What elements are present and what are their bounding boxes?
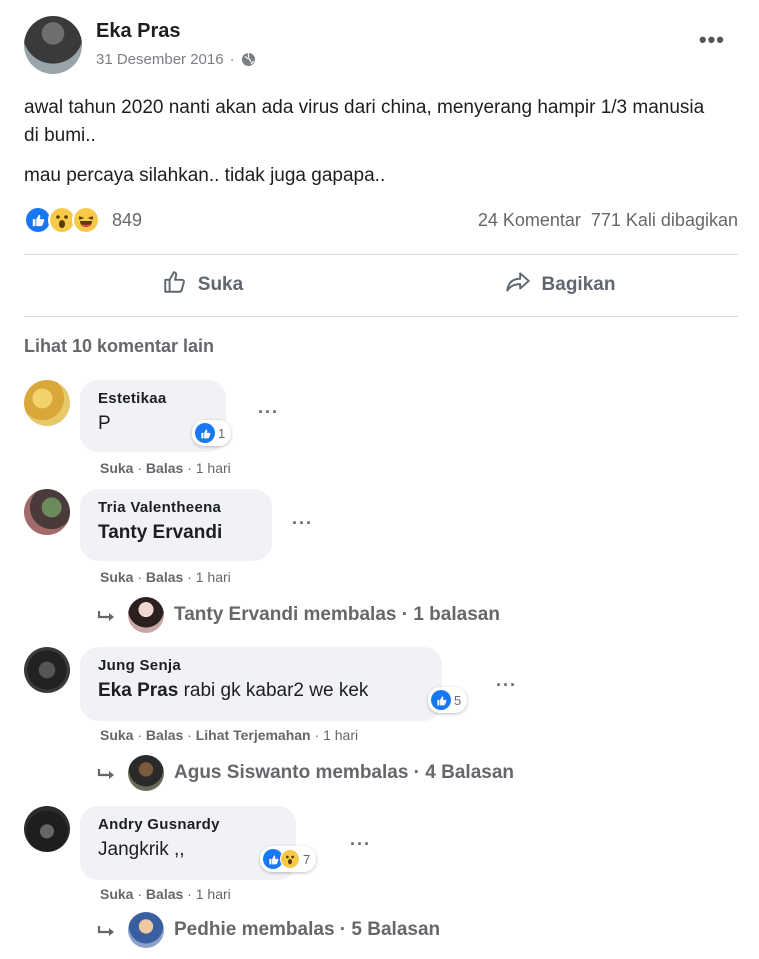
- comment-reply-link[interactable]: Balas: [146, 460, 183, 476]
- divider: [24, 316, 738, 317]
- comment-body: rabi gk kabar2 we kek: [178, 680, 369, 701]
- post-meta: 31 Desember 2016 ·: [96, 51, 256, 68]
- reaction-icons[interactable]: [24, 206, 100, 234]
- commenter-name[interactable]: Estetikaa: [98, 390, 210, 407]
- comment-time[interactable]: 1 hari: [196, 460, 231, 476]
- commenter-name[interactable]: Jung Senja: [98, 657, 426, 674]
- like-label: Suka: [197, 274, 244, 295]
- comment-reaction-count: 7: [303, 851, 311, 867]
- wow-icon: [280, 849, 300, 869]
- reply-arrow-icon: [96, 608, 118, 622]
- comment-text: Eka Pras rabi gk kabar2 we kek: [98, 680, 426, 702]
- comment-more-options-icon[interactable]: ···: [350, 834, 371, 855]
- reaction-count[interactable]: 849: [112, 210, 142, 231]
- comment-text: Jangkrik ,,: [98, 839, 185, 860]
- post-header: Eka Pras 31 Desember 2016 ·: [24, 16, 256, 74]
- post-paragraph: awal tahun 2020 nanti akan ada virus dar…: [24, 97, 705, 146]
- like-icon: [431, 690, 451, 710]
- comment-like-link[interactable]: Suka: [100, 727, 133, 743]
- post-text: awal tahun 2020 nanti akan ada virus dar…: [24, 94, 724, 190]
- comment-reply-link[interactable]: Balas: [146, 886, 183, 902]
- thumbs-up-icon: [162, 269, 188, 301]
- replies-summary: Agus Siswanto membalas · 4 Balasan: [174, 762, 515, 783]
- comment-more-options-icon[interactable]: ···: [258, 402, 279, 423]
- haha-icon: [72, 206, 100, 234]
- view-more-comments-link[interactable]: Lihat 10 komentar lain: [24, 336, 214, 357]
- author-avatar[interactable]: [24, 16, 82, 74]
- replies-summary: Pedhie membalas · 5 Balasan: [174, 919, 441, 940]
- post-more-options-icon[interactable]: •••: [699, 29, 725, 51]
- comment-reaction-count: 1: [218, 425, 226, 441]
- commenter-avatar[interactable]: [24, 806, 70, 852]
- reply-arrow-icon: [96, 923, 118, 937]
- post-stats: 24 Komentar 771 Kali dibagikan: [478, 210, 738, 231]
- commenter-name[interactable]: Tria Valentheena: [98, 499, 256, 516]
- divider: [24, 254, 738, 255]
- comment-time[interactable]: 1 hari: [196, 886, 231, 902]
- share-button[interactable]: Bagikan: [381, 256, 738, 314]
- shares-count[interactable]: 771 Kali dibagikan: [591, 210, 738, 231]
- comment-reply-link[interactable]: Balas: [146, 569, 183, 585]
- like-icon: [195, 423, 215, 443]
- post-date[interactable]: 31 Desember 2016: [96, 51, 224, 68]
- comment-like-link[interactable]: Suka: [100, 886, 133, 902]
- reply-avatar: [128, 597, 164, 633]
- comment-time[interactable]: 1 hari: [196, 569, 231, 585]
- comment-actions: Suka · Balas · Lihat Terjemahan · 1 hari: [100, 727, 359, 743]
- replies-link[interactable]: Pedhie membalas · 5 Balasan: [96, 912, 440, 948]
- comment-bubble: Jung Senja Eka Pras rabi gk kabar2 we ke…: [80, 647, 442, 721]
- replies-summary: Tanty Ervandi membalas · 1 balasan: [174, 604, 500, 625]
- comment-more-options-icon[interactable]: ···: [292, 513, 313, 534]
- comment-reply-link[interactable]: Balas: [146, 727, 183, 743]
- reply-avatar: [128, 755, 164, 791]
- reply-avatar: [128, 912, 164, 948]
- like-button[interactable]: Suka: [24, 256, 381, 314]
- mentioned-user[interactable]: Eka Pras: [98, 680, 178, 701]
- author-name[interactable]: Eka Pras: [96, 20, 256, 43]
- comment-reactions[interactable]: 5: [428, 687, 468, 713]
- meta-separator: ·: [229, 51, 235, 68]
- comment-actions: Suka · Balas · 1 hari: [100, 569, 231, 585]
- action-bar: Suka Bagikan: [24, 256, 738, 314]
- comment-reactions[interactable]: 7: [260, 846, 317, 872]
- comment-reactions[interactable]: 1: [192, 420, 232, 446]
- reply-arrow-icon: [96, 766, 118, 780]
- commenter-avatar[interactable]: [24, 647, 70, 693]
- replies-link[interactable]: Tanty Ervandi membalas · 1 balasan: [96, 597, 500, 633]
- see-translation-link[interactable]: Lihat Terjemahan: [196, 727, 311, 743]
- share-arrow-icon: [504, 269, 532, 301]
- comment-actions: Suka · Balas · 1 hari: [100, 886, 231, 902]
- comment-like-link[interactable]: Suka: [100, 460, 133, 476]
- replies-link[interactable]: Agus Siswanto membalas · 4 Balasan: [96, 755, 514, 791]
- comments-count[interactable]: 24 Komentar: [478, 210, 581, 231]
- commenter-avatar[interactable]: [24, 380, 70, 426]
- author-info: Eka Pras 31 Desember 2016 ·: [96, 20, 256, 68]
- commenter-avatar[interactable]: [24, 489, 70, 535]
- reactions-summary: 849 24 Komentar 771 Kali dibagikan: [24, 204, 738, 236]
- comment-bubble: Tria Valentheena Tanty Ervandi: [80, 489, 272, 561]
- comment-text[interactable]: Tanty Ervandi: [98, 522, 256, 544]
- commenter-name[interactable]: Andry Gusnardy: [98, 816, 280, 833]
- comment-like-link[interactable]: Suka: [100, 569, 133, 585]
- share-label: Bagikan: [541, 274, 616, 295]
- comment-reaction-count: 5: [454, 692, 462, 708]
- comment-time[interactable]: 1 hari: [323, 727, 358, 743]
- post-paragraph: mau percaya silahkan.. tidak juga gapapa…: [24, 165, 386, 186]
- globe-icon: [241, 52, 256, 67]
- comment-more-options-icon[interactable]: ···: [496, 675, 517, 696]
- comment-actions: Suka · Balas · 1 hari: [100, 460, 231, 476]
